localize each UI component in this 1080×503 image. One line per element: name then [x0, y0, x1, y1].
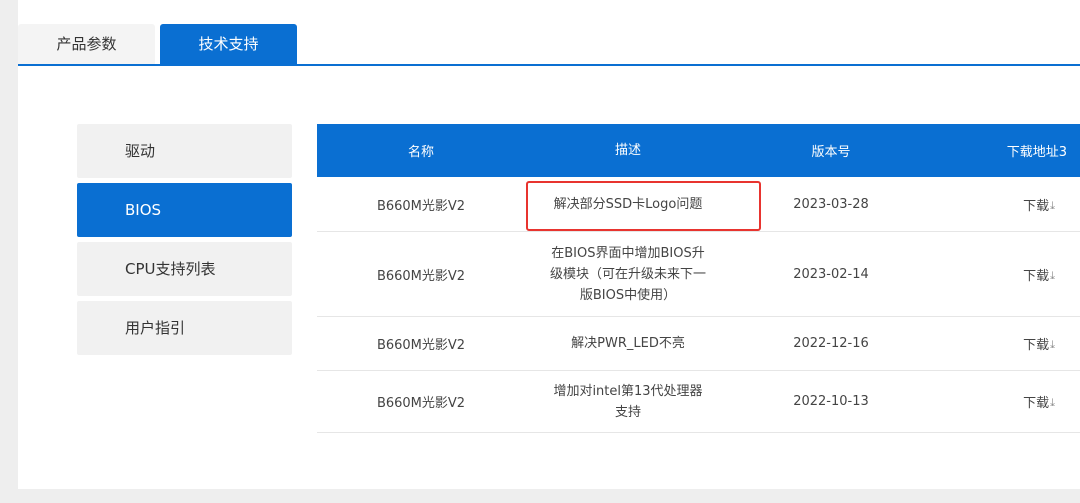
download-label[interactable]: 下载: [1023, 269, 1049, 284]
sidebar-item-driver[interactable]: 驱动: [77, 124, 292, 178]
table-row: B660M光影V2 增加对intel第13代处理器支持 2022-10-13 下…: [317, 371, 1080, 433]
cell-name: B660M光影V2: [376, 338, 466, 353]
sidebar-item-bios[interactable]: BIOS: [77, 183, 292, 237]
sidebar: 驱动 BIOS CPU支持列表 用户指引: [77, 124, 292, 360]
cell-desc: 在BIOS界面中增加BIOS升级模块（可在升级未来下一版BIOS中使用）: [549, 245, 706, 303]
download-arrow-icon[interactable]: ⤓: [1050, 199, 1055, 213]
download-link[interactable]: 下载⤓: [931, 195, 1080, 214]
bios-table: 名称 描述 版本号 下载地址3 B660M光影V2 解决部分SSD卡Logo问题…: [317, 124, 1080, 433]
tab-product-params[interactable]: 产品参数: [18, 24, 155, 64]
cell-version: 2022-12-16: [793, 336, 869, 351]
cell-version: 2023-02-14: [793, 266, 869, 282]
table-row: B660M光影V2 解决PWR_LED不亮 2022-12-16 下载⤓: [317, 317, 1080, 371]
download-label[interactable]: 下载: [1023, 396, 1049, 411]
cell-desc: 解决PWR_LED不亮: [571, 336, 685, 351]
download-link[interactable]: 下载⤓: [931, 392, 1080, 411]
sidebar-item-user-guide[interactable]: 用户指引: [77, 301, 292, 355]
header-version: 版本号: [811, 145, 851, 160]
cell-name: B660M光影V2: [376, 268, 466, 284]
cell-name: B660M光影V2: [376, 396, 466, 411]
table-row: B660M光影V2 解决部分SSD卡Logo问题 2023-03-28 下载⤓: [317, 177, 1080, 232]
download-label[interactable]: 下载: [1023, 199, 1049, 214]
download-arrow-icon[interactable]: ⤓: [1050, 396, 1055, 410]
download-link[interactable]: 下载⤓: [931, 334, 1080, 353]
header-download: 下载地址3: [1006, 145, 1067, 160]
header-name: 名称: [407, 145, 434, 160]
cell-name: B660M光影V2: [376, 198, 466, 214]
table-header: 名称 描述 版本号 下载地址3: [317, 124, 1080, 177]
cell-version: 2022-10-13: [793, 394, 869, 409]
table-row: B660M光影V2 在BIOS界面中增加BIOS升级模块（可在升级未来下一版BI…: [317, 232, 1080, 317]
cell-desc: 解决部分SSD卡Logo问题: [553, 196, 703, 212]
download-arrow-icon[interactable]: ⤓: [1050, 338, 1055, 352]
tab-bar: 产品参数 技术支持: [18, 24, 1080, 66]
download-arrow-icon[interactable]: ⤓: [1050, 269, 1055, 283]
header-desc: 描述: [614, 143, 641, 158]
sidebar-item-cpu-support-list[interactable]: CPU支持列表: [77, 242, 292, 296]
tab-tech-support[interactable]: 技术支持: [160, 24, 297, 64]
download-label[interactable]: 下载: [1023, 338, 1049, 353]
cell-desc: 增加对intel第13代处理器支持: [553, 383, 703, 420]
download-link[interactable]: 下载⤓: [931, 265, 1080, 284]
cell-version: 2023-03-28: [793, 196, 869, 212]
